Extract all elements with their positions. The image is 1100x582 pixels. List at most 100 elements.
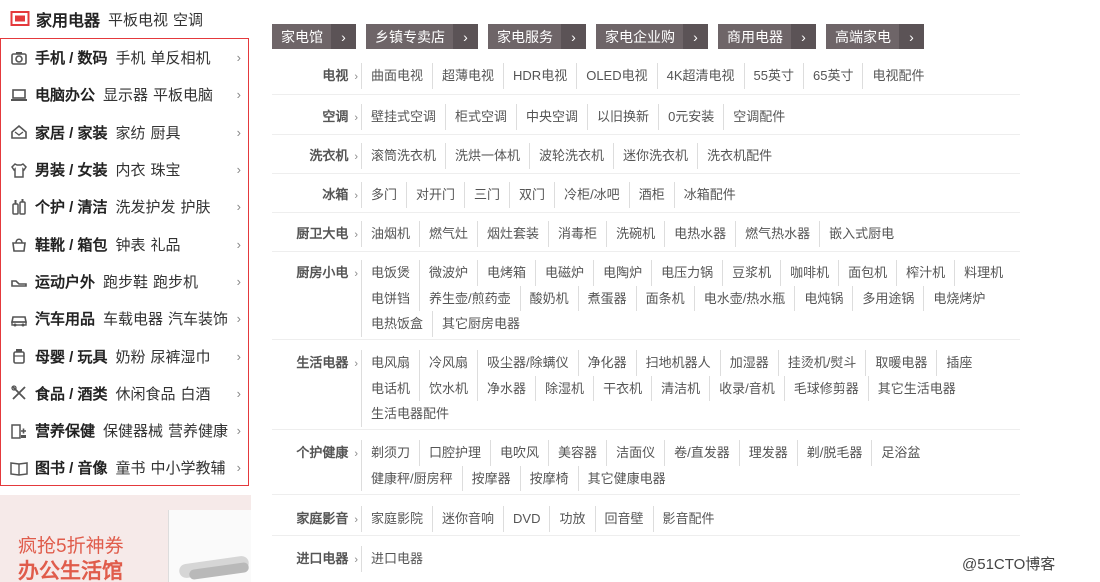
subcategory-link[interactable]: 多门 <box>361 182 406 208</box>
subcategory-row-label[interactable]: 进口电器 › <box>272 546 358 574</box>
category-item[interactable]: 汽车用品 车载电器 汽车装饰 › <box>1 300 248 337</box>
category-item-title[interactable]: 食品 / 酒类 <box>35 383 108 404</box>
subcategory-link[interactable]: 壁挂式空调 <box>361 104 445 130</box>
subcategory-row-label[interactable]: 冰箱 › <box>272 182 358 210</box>
subcategory-link[interactable]: 电话机 <box>361 375 419 401</box>
category-item-title[interactable]: 图书 / 音像 <box>35 457 108 478</box>
category-item[interactable]: 图书 / 音像 童书 中小学教辅 › <box>1 449 248 486</box>
subcategory-row-label[interactable]: 空调 › <box>272 104 358 132</box>
subcategory-link[interactable]: 酸奶机 <box>519 285 578 311</box>
promo-banner[interactable]: 疯抢5折神券 办公生活馆 <box>0 495 251 582</box>
subcategory-link[interactable]: 迷你音响 <box>432 506 503 532</box>
subcategory-link[interactable]: 生活电器配件 <box>361 401 458 427</box>
subcategory-row-label[interactable]: 家庭影音 › <box>272 506 358 534</box>
subcategory-link[interactable]: 多用途锅 <box>852 285 923 311</box>
category-item[interactable]: 男装 / 女装 内衣 珠宝 › <box>1 151 248 188</box>
category-item-sub[interactable]: 汽车装饰 <box>168 308 228 329</box>
subcategory-link[interactable]: HDR电视 <box>503 63 576 89</box>
category-item-sub[interactable]: 厨具 <box>151 122 181 143</box>
subcategory-link[interactable]: 剃/脱毛器 <box>796 440 872 466</box>
category-item-sub[interactable]: 礼品 <box>151 234 181 255</box>
subcategory-link[interactable]: 插座 <box>936 350 981 376</box>
category-item-sub[interactable]: 跑步机 <box>153 271 198 292</box>
subcategory-link[interactable]: 电水壶/热水瓶 <box>693 285 795 311</box>
subcategory-link[interactable]: 家庭影院 <box>361 506 432 532</box>
category-item-title[interactable]: 个护 / 清洁 <box>35 196 108 217</box>
subcategory-link[interactable]: 对开门 <box>406 182 464 208</box>
subcategory-link[interactable]: 电风扇 <box>361 350 419 376</box>
subcategory-link[interactable]: 65英寸 <box>802 63 862 89</box>
subcategory-link[interactable]: 面包机 <box>838 260 896 286</box>
subcategory-link[interactable]: 洁面仪 <box>606 440 664 466</box>
subcategory-link[interactable]: 进口电器 <box>361 546 432 572</box>
subcategory-link[interactable]: 净化器 <box>577 350 636 376</box>
subcategory-link[interactable]: 曲面电视 <box>361 63 432 89</box>
subcategory-link[interactable]: OLED电视 <box>576 63 656 89</box>
category-item[interactable]: 家居 / 家装 家纺 厨具 › <box>1 114 248 151</box>
tag-button[interactable]: 家电馆 › <box>272 24 356 49</box>
subcategory-link[interactable]: DVD <box>503 506 549 532</box>
subcategory-link[interactable]: 面条机 <box>635 285 694 311</box>
category-item-sub[interactable]: 单反相机 <box>151 47 211 68</box>
subcategory-link[interactable]: 干衣机 <box>593 375 651 401</box>
subcategory-link[interactable]: 电吹风 <box>490 440 548 466</box>
category-item-title[interactable]: 家居 / 家装 <box>35 122 108 143</box>
category-item-sub[interactable]: 洗发护发 <box>116 196 176 217</box>
subcategory-link[interactable]: 电陶炉 <box>593 260 651 286</box>
subcategory-link[interactable]: 冷柜/冰吧 <box>554 182 629 208</box>
subcategory-link[interactable]: 饮水机 <box>419 375 477 401</box>
subcategory-link[interactable]: 毛球修剪器 <box>783 375 868 401</box>
subcategory-link[interactable]: 加湿器 <box>719 350 778 376</box>
subcategory-link[interactable]: 榨汁机 <box>896 260 954 286</box>
subcategory-link[interactable]: 扫地机器人 <box>635 350 720 376</box>
subcategory-link[interactable]: 其它生活电器 <box>867 375 965 401</box>
subcategory-link[interactable]: 中央空调 <box>516 104 587 130</box>
tag-button[interactable]: 商用电器 › <box>718 24 816 49</box>
category-head-title[interactable]: 家用电器 <box>36 7 100 31</box>
category-item-sub[interactable]: 营养健康 <box>168 420 228 441</box>
subcategory-link[interactable]: 电饼铛 <box>361 285 419 311</box>
category-item-title[interactable]: 汽车用品 <box>35 308 95 329</box>
subcategory-link[interactable]: 嵌入式厨电 <box>819 221 903 247</box>
subcategory-link[interactable]: 电视配件 <box>862 63 933 89</box>
subcategory-link[interactable]: 电压力锅 <box>651 260 722 286</box>
subcategory-link[interactable]: 4K超清电视 <box>656 63 744 89</box>
tag-button[interactable]: 家电企业购 › <box>596 24 708 49</box>
subcategory-link[interactable]: 双门 <box>509 182 554 208</box>
subcategory-link[interactable]: 冷风扇 <box>419 350 477 376</box>
category-item[interactable]: 鞋靴 / 箱包 钟表 礼品 › <box>1 225 248 262</box>
category-item-sub[interactable]: 手机 <box>116 47 146 68</box>
subcategory-link[interactable]: 柜式空调 <box>445 104 516 130</box>
subcategory-row-label[interactable]: 厨卫大电 › <box>272 221 358 249</box>
subcategory-link[interactable]: 按摩器 <box>461 465 520 491</box>
category-item-title[interactable]: 手机 / 数码 <box>35 47 108 68</box>
category-item-sub[interactable]: 家纺 <box>116 122 146 143</box>
category-item-sub[interactable]: 白酒 <box>181 383 211 404</box>
subcategory-link[interactable]: 洗烘一体机 <box>445 143 529 169</box>
category-item-sub[interactable]: 珠宝 <box>151 159 181 180</box>
subcategory-link[interactable]: 0元安装 <box>658 104 723 130</box>
subcategory-link[interactable]: 美容器 <box>548 440 606 466</box>
tag-button[interactable]: 家电服务 › <box>488 24 586 49</box>
category-item[interactable]: 营养保健 保健器械 营养健康 › <box>1 412 248 449</box>
category-head-sub[interactable]: 空调 <box>173 9 203 30</box>
subcategory-link[interactable]: 收录/音机 <box>709 375 784 401</box>
category-item-sub[interactable]: 奶粉 <box>116 346 146 367</box>
subcategory-link[interactable]: 迷你洗衣机 <box>613 143 697 169</box>
category-item-title[interactable]: 电脑办公 <box>35 84 95 105</box>
category-item[interactable]: 电脑办公 显示器 平板电脑 › <box>1 76 248 113</box>
category-item-title[interactable]: 鞋靴 / 箱包 <box>35 234 108 255</box>
subcategory-link[interactable]: 电烧烤炉 <box>923 285 994 311</box>
subcategory-link[interactable]: 电磁炉 <box>535 260 593 286</box>
subcategory-link[interactable]: 以旧换新 <box>587 104 658 130</box>
subcategory-link[interactable]: 酒柜 <box>628 182 674 208</box>
subcategory-link[interactable]: 足浴盆 <box>871 440 929 466</box>
subcategory-link[interactable]: 影音配件 <box>652 506 724 532</box>
subcategory-link[interactable]: 吸尘器/除螨仪 <box>477 350 578 376</box>
subcategory-row-label[interactable]: 生活电器 › <box>272 350 358 378</box>
category-item-title[interactable]: 男装 / 女装 <box>35 159 108 180</box>
category-item-sub[interactable]: 童书 <box>116 457 146 478</box>
category-head[interactable]: 家用电器 平板电视 空调 <box>0 0 251 38</box>
subcategory-link[interactable]: 煮蛋器 <box>577 285 636 311</box>
subcategory-link[interactable]: 料理机 <box>954 260 1012 286</box>
